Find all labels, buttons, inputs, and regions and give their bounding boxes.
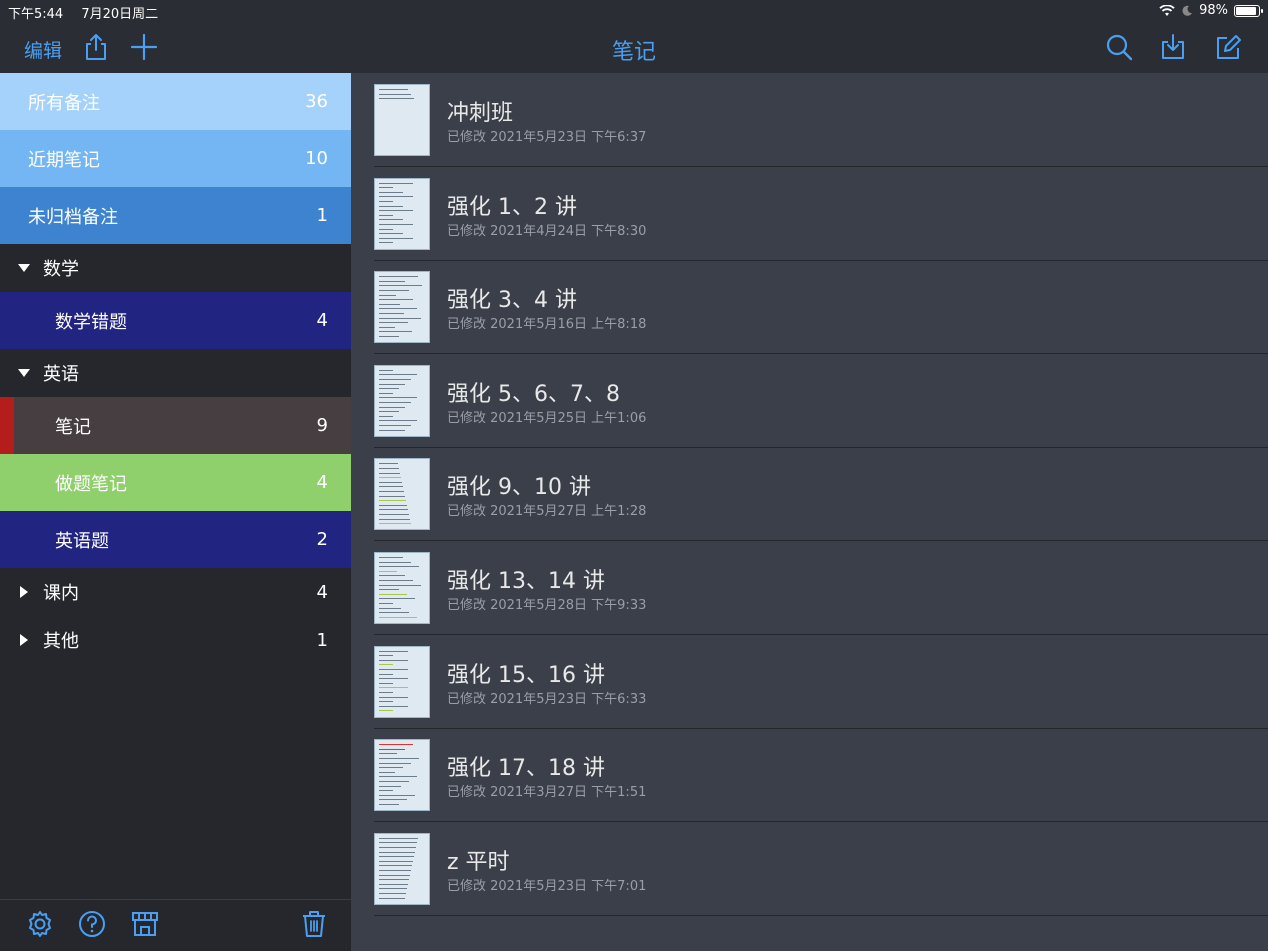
sidebar-item[interactable]: 笔记 9 — [0, 397, 351, 454]
sidebar-item-label: 英语 — [43, 364, 79, 385]
sidebar-item[interactable]: 课内 4 — [0, 568, 351, 616]
note-title: 强化 13、14 讲 — [447, 569, 605, 594]
sidebar-item-count: 10 — [305, 148, 328, 169]
note-modified-date: 已修改 2021年5月25日 上午1:06 — [447, 410, 647, 426]
help-icon[interactable] — [76, 908, 108, 940]
sidebar: 所有备注 36 近期笔记 10 未归档备注 1 数学数学错题 4 英语笔记 9 做题笔记 4 英语题 2 课… — [0, 73, 351, 951]
note-thumbnail — [374, 552, 430, 624]
compose-icon[interactable] — [1213, 32, 1243, 62]
note-title: 强化 5、6、7、8 — [447, 381, 620, 407]
note-title: 强化 17、18 讲 — [447, 756, 605, 782]
note-thumbnail — [374, 364, 430, 437]
sidebar-item-label: 所有备注 — [28, 92, 100, 114]
color-marker — [0, 397, 14, 454]
note-thumbnail — [374, 271, 430, 344]
notes-list: 冲刺班 已修改 2021年5月23日 下午6:37 强化 1、2 讲已修改 2021… — [351, 73, 1268, 951]
note-title: 强化 1、2 讲 — [447, 194, 577, 220]
note-title: 强化 3、4 讲 — [447, 288, 577, 314]
sidebar-item[interactable]: 未归档备注 1 — [0, 187, 351, 244]
note-modified-date: 已修改 2021年5月16日 上午8:18 — [447, 317, 647, 333]
battery-icon — [1234, 4, 1263, 17]
sidebar-item-label: 其他 — [43, 631, 79, 652]
sidebar-item-label: 课内 — [43, 583, 79, 604]
search-icon[interactable] — [1104, 32, 1134, 62]
note-title: z 平时 — [447, 849, 510, 875]
note-modified-date: 已修改 2021年4月24日 下午8:30 — [447, 223, 647, 239]
note-thumbnail — [374, 645, 430, 718]
sidebar-item[interactable]: 数学 — [0, 244, 351, 292]
sidebar-item-count: 2 — [316, 529, 328, 550]
note-thumbnail — [374, 84, 430, 156]
sidebar-item-label: 数学错题 — [55, 311, 127, 333]
sidebar-item-label: 做题笔记 — [55, 473, 127, 495]
sidebar-item-label: 数学 — [43, 259, 79, 280]
note-title: 强化 9、10 讲 — [447, 475, 591, 501]
sidebar-item-label: 未归档备注 — [28, 206, 118, 228]
sidebar-item-count: 1 — [316, 205, 328, 226]
sidebar-item[interactable]: 英语 — [0, 349, 351, 397]
note-modified-date: 已修改 2021年5月23日 下午6:37 — [447, 130, 647, 145]
sidebar-item[interactable]: 所有备注 36 — [0, 73, 351, 130]
note-modified-date: 已修改 2021年5月23日 下午7:01 — [447, 878, 647, 894]
sidebar-item-count: 1 — [316, 629, 328, 651]
note-modified-date: 已修改 2021年5月28日 下午9:33 — [447, 598, 647, 613]
sidebar-item[interactable]: 其他 1 — [0, 616, 351, 664]
status-left: 下午5:44 7月20日周二 — [8, 3, 158, 22]
note-modified-date: 已修改 2021年5月23日 下午6:33 — [447, 691, 647, 707]
page-title: 笔记 — [611, 40, 656, 65]
store-icon[interactable] — [129, 908, 161, 940]
note-item[interactable]: 强化 15、16 讲已修改 2021年5月23日 下午6:33 — [374, 635, 1268, 729]
disclosure-right-icon[interactable] — [20, 634, 28, 646]
status-time: 下午5:44 — [8, 7, 64, 22]
status-right: 98% — [1159, 3, 1263, 18]
sidebar-item-count: 4 — [316, 581, 328, 603]
sidebar-item[interactable]: 英语题 2 — [0, 511, 351, 568]
note-item[interactable]: z 平时已修改 2021年5月23日 下午7:01 — [374, 822, 1268, 916]
sidebar-item-count: 4 — [316, 472, 328, 493]
trash-icon[interactable] — [298, 908, 330, 940]
note-item[interactable]: 冲刺班已修改 2021年5月23日 下午6:37 — [374, 73, 1268, 167]
note-title: 冲刺班 — [447, 101, 514, 126]
note-item[interactable]: 强化 5、6、7、8 已修改 2021年5月25日 上午1:06 — [374, 354, 1268, 448]
sidebar-item[interactable]: 数学错题 4 — [0, 292, 351, 349]
note-item[interactable]: 强化 3、4 讲已修改 2021年5月16日 上午8:18 — [374, 260, 1268, 355]
disclosure-right-icon[interactable] — [20, 586, 28, 598]
note-thumbnail — [374, 739, 430, 812]
sidebar-item[interactable]: 近期笔记 10 — [0, 130, 351, 187]
moon-icon — [1182, 5, 1193, 16]
battery-percent: 98% — [1199, 3, 1228, 18]
sidebar-item-count: 36 — [305, 91, 328, 112]
settings-icon[interactable] — [24, 908, 56, 940]
wifi-icon — [1159, 4, 1175, 16]
note-thumbnail — [374, 458, 430, 531]
note-item[interactable]: 强化 13、14 讲已修改 2021年5月28日 下午9:33 — [374, 541, 1268, 635]
note-modified-date: 已修改 2021年5月27日 上午1:28 — [447, 504, 647, 520]
disclosure-down-icon[interactable] — [18, 264, 30, 272]
note-item[interactable]: 强化 17、18 讲已修改 2021年3月27日 下午1:51 — [374, 728, 1268, 823]
note-thumbnail — [374, 832, 430, 905]
sidebar-item-count: 9 — [316, 415, 328, 436]
note-title: 强化 15、16 讲 — [447, 662, 605, 688]
sidebar-item-count: 4 — [316, 310, 328, 331]
note-modified-date: 已修改 2021年3月27日 下午1:51 — [447, 785, 647, 801]
disclosure-down-icon[interactable] — [18, 369, 30, 377]
note-item[interactable]: 强化 1、2 讲已修改 2021年4月24日 下午8:30 — [374, 167, 1268, 261]
sidebar-footer — [0, 899, 351, 951]
note-item[interactable]: 强化 9、10 讲已修改 2021年5月27日 上午1:28 — [374, 447, 1268, 542]
status-bar: 下午5:44 7月20日周二 98% — [0, 0, 1268, 22]
import-icon[interactable] — [1158, 32, 1188, 62]
status-date: 7月20日周二 — [81, 7, 159, 22]
note-thumbnail — [374, 177, 430, 250]
sidebar-item-label: 近期笔记 — [28, 149, 100, 171]
sidebar-item-label: 笔记 — [55, 416, 91, 438]
sidebar-item[interactable]: 做题笔记 4 — [0, 454, 351, 511]
sidebar-item-label: 英语题 — [55, 530, 109, 552]
nav-bar: 编辑 笔记 — [0, 22, 1268, 73]
